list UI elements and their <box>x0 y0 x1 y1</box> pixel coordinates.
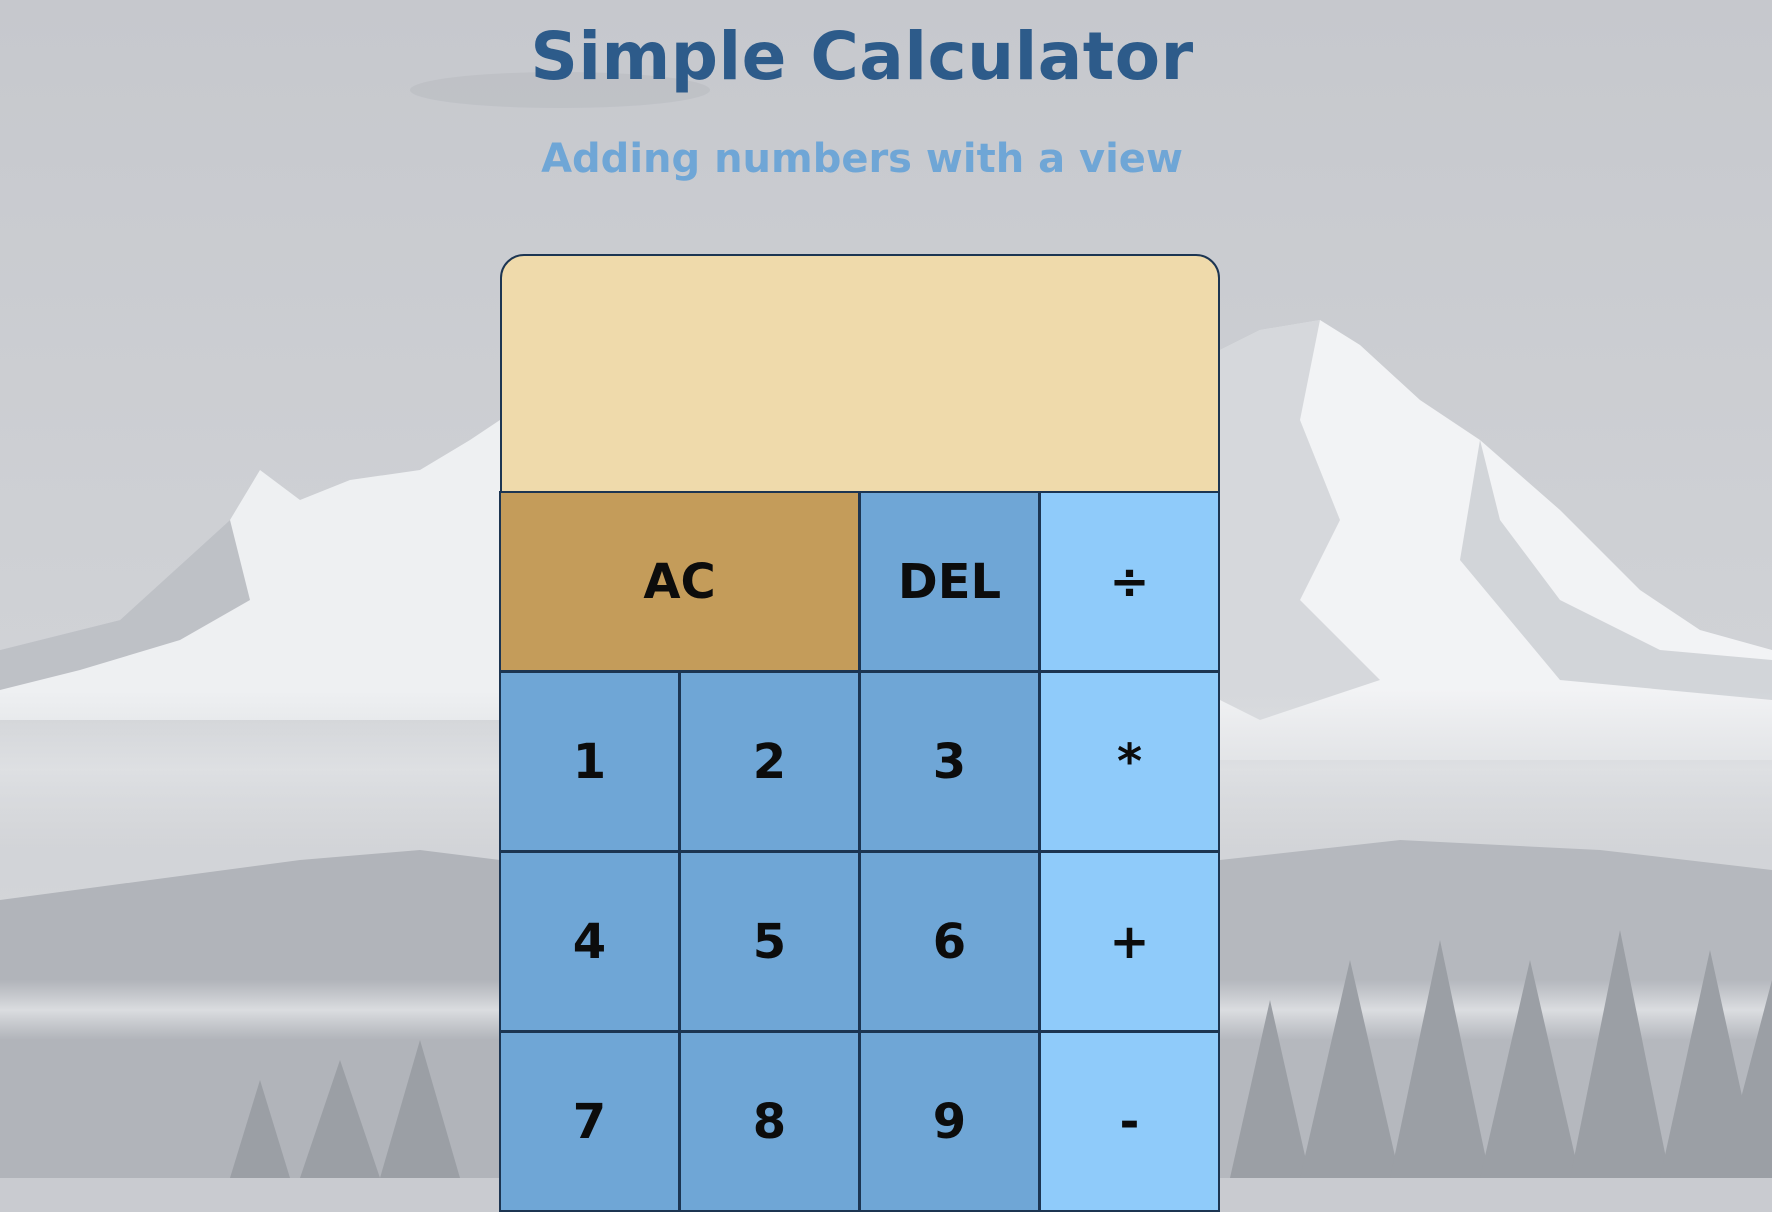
digit-9-button[interactable]: 9 <box>859 1031 1040 1212</box>
calculator: AC DEL ÷ 1 2 3 * 4 5 6 + 7 8 9 - <box>499 254 1220 1212</box>
digit-4-button[interactable]: 4 <box>499 851 680 1032</box>
page-subtitle: Adding numbers with a view <box>541 136 1183 182</box>
calculator-display <box>500 254 1220 494</box>
delete-button[interactable]: DEL <box>859 491 1040 672</box>
divide-button[interactable]: ÷ <box>1039 491 1220 672</box>
digit-1-button[interactable]: 1 <box>499 671 680 852</box>
page-title: Simple Calculator <box>530 18 1194 95</box>
subtract-button[interactable]: - <box>1039 1031 1220 1212</box>
digit-5-button[interactable]: 5 <box>679 851 860 1032</box>
add-button[interactable]: + <box>1039 851 1220 1032</box>
all-clear-button[interactable]: AC <box>499 491 860 672</box>
calculator-keypad: AC DEL ÷ 1 2 3 * 4 5 6 + 7 8 9 - <box>499 491 1220 1212</box>
digit-6-button[interactable]: 6 <box>859 851 1040 1032</box>
digit-2-button[interactable]: 2 <box>679 671 860 852</box>
digit-3-button[interactable]: 3 <box>859 671 1040 852</box>
multiply-button[interactable]: * <box>1039 671 1220 852</box>
digit-7-button[interactable]: 7 <box>499 1031 680 1212</box>
digit-8-button[interactable]: 8 <box>679 1031 860 1212</box>
